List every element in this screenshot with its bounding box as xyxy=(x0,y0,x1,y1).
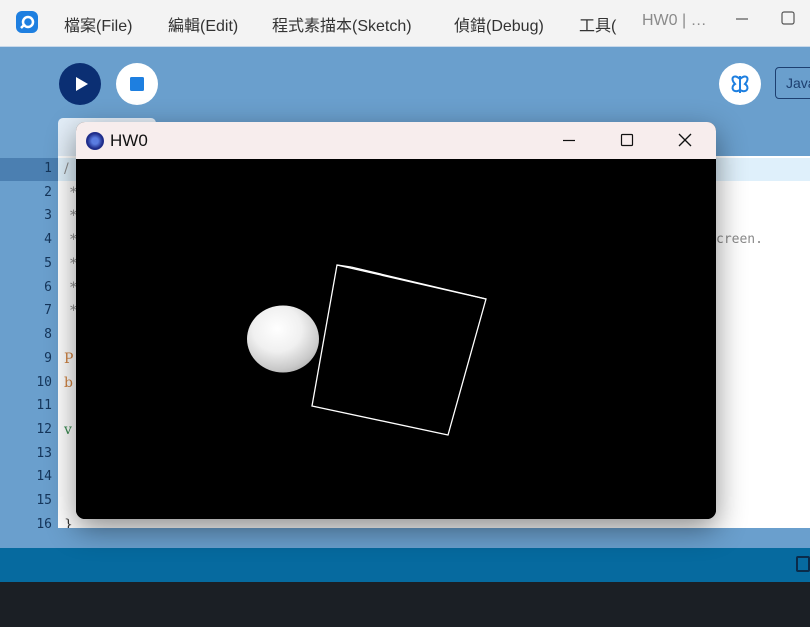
line-number: 12 xyxy=(36,422,52,437)
wire-cube-shape xyxy=(311,264,487,436)
menu-sketch[interactable]: 程式素描本(Sketch) xyxy=(272,12,412,36)
code-line: P xyxy=(64,351,74,367)
line-number: 8 xyxy=(44,327,52,342)
sketch-canvas[interactable] xyxy=(76,159,716,519)
line-number: 9 xyxy=(44,351,52,366)
line-number: 10 xyxy=(36,375,52,390)
butterfly-icon xyxy=(731,75,749,93)
line-number: 14 xyxy=(36,469,52,484)
stop-icon xyxy=(130,77,144,91)
console-area xyxy=(0,582,810,627)
sphere-shape xyxy=(247,305,319,373)
sketch-title: HW0 xyxy=(110,131,148,150)
ide-toolbar: Java xyxy=(0,46,810,119)
ide-minimize-icon[interactable] xyxy=(734,10,750,31)
debug-button[interactable] xyxy=(719,63,761,105)
maximize-button[interactable] xyxy=(598,122,656,159)
menu-tools[interactable]: 工具( xyxy=(579,12,616,36)
line-number: 6 xyxy=(44,280,52,295)
processing-app-icon xyxy=(16,11,38,33)
console-header xyxy=(0,548,810,582)
code-line: / xyxy=(64,161,69,177)
ide-menubar: 檔案(File) 編輯(Edit) 程式素描本(Sketch) 偵錯(Debug… xyxy=(0,0,810,46)
console-toggle-icon[interactable] xyxy=(796,556,810,572)
close-icon xyxy=(678,133,692,147)
mode-selector[interactable]: Java xyxy=(775,67,810,99)
minimize-icon xyxy=(563,139,575,142)
line-number: 4 xyxy=(44,232,52,247)
code-line: v xyxy=(64,422,72,438)
play-icon xyxy=(76,77,88,91)
line-number: 1 xyxy=(44,161,52,176)
window-title: HW0 | … xyxy=(642,12,707,29)
line-number: 5 xyxy=(44,256,52,271)
line-number: 7 xyxy=(44,303,52,318)
minimize-button[interactable] xyxy=(540,122,598,159)
close-button[interactable] xyxy=(656,122,714,159)
maximize-icon xyxy=(620,133,634,147)
line-number: 11 xyxy=(36,398,52,413)
run-button[interactable] xyxy=(59,63,101,105)
menu-debug[interactable]: 偵錯(Debug) xyxy=(454,12,544,36)
code-line: b xyxy=(64,375,73,391)
line-number: 2 xyxy=(44,185,52,200)
sketch-app-icon xyxy=(86,132,104,150)
line-number: 15 xyxy=(36,493,52,508)
sketch-titlebar: HW0 xyxy=(76,122,716,159)
code-line-overflow: creen. xyxy=(716,232,763,247)
sketch-window: HW0 xyxy=(76,122,716,519)
menu-file[interactable]: 檔案(File) xyxy=(64,12,132,36)
line-number: 13 xyxy=(36,446,52,461)
line-number: 3 xyxy=(44,208,52,223)
ide-maximize-icon[interactable] xyxy=(780,10,796,31)
stop-button[interactable] xyxy=(116,63,158,105)
menu-edit[interactable]: 編輯(Edit) xyxy=(168,12,238,36)
status-bar xyxy=(0,528,810,548)
